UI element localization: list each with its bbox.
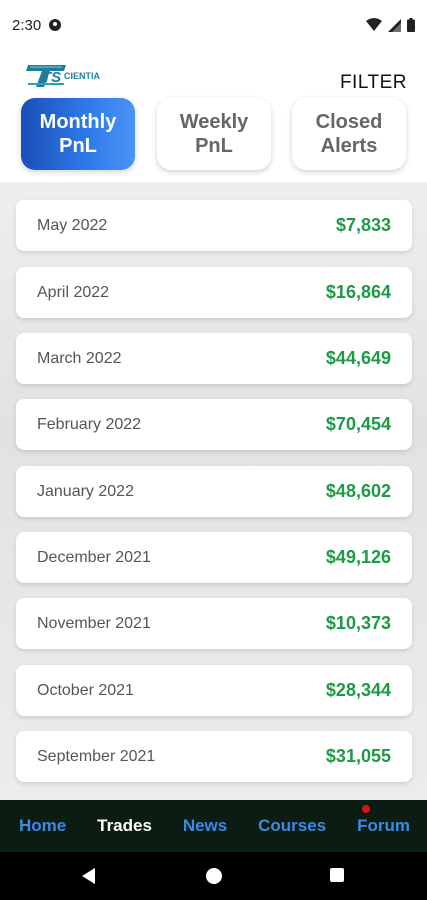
logo-text-big: TS [42, 69, 61, 86]
pnl-value: $70,454 [325, 414, 391, 434]
pnl-row[interactable]: December 2021 $49,126 [16, 532, 412, 583]
home-circle-icon[interactable] [206, 868, 222, 884]
recents-square-icon[interactable] [330, 868, 344, 882]
pnl-value: $49,126 [325, 547, 391, 567]
pnl-list[interactable]: May 2022 $7,833 April 2022 $16,864 March… [0, 182, 427, 800]
nav-trades[interactable]: Trades [97, 816, 152, 836]
bottom-nav: Home Trades News Courses Forum [0, 800, 427, 852]
pnl-month: October 2021 [37, 681, 134, 699]
status-time: 2:30 [12, 16, 42, 34]
pnl-value: $31,055 [325, 746, 391, 766]
tab-weekly-pnl[interactable]: Weekly PnL [157, 98, 271, 170]
wifi-icon [366, 18, 382, 31]
status-left: 2:30 [12, 16, 62, 34]
pnl-row[interactable]: March 2022 $44,649 [16, 333, 412, 384]
notification-dot-icon [362, 805, 371, 813]
pnl-row[interactable]: February 2022 $70,454 [16, 399, 412, 450]
nav-news[interactable]: News [183, 816, 227, 836]
filter-button[interactable]: FILTER [340, 72, 407, 94]
pnl-value: $10,373 [325, 613, 391, 633]
tab-monthly-pnl[interactable]: Monthly PnL [21, 98, 135, 170]
pnl-row[interactable]: May 2022 $7,833 [16, 200, 412, 251]
battery-icon [407, 18, 415, 32]
pnl-value: $48,602 [325, 481, 391, 501]
pnl-month: November 2021 [37, 614, 151, 632]
pnl-month: September 2021 [37, 747, 156, 765]
pnl-value: $7,833 [335, 215, 391, 235]
tab-closed-alerts[interactable]: Closed Alerts [292, 98, 406, 170]
nav-courses[interactable]: Courses [258, 816, 326, 836]
tab-bar: Monthly PnL Weekly PnL Closed Alerts [0, 98, 427, 172]
pnl-row[interactable]: April 2022 $16,864 [16, 267, 412, 318]
nav-forum-label: Forum [357, 816, 410, 835]
pnl-month: December 2021 [37, 548, 151, 566]
pnl-month: March 2022 [37, 349, 122, 367]
pnl-month: April 2022 [37, 283, 110, 301]
pnl-row[interactable]: October 2021 $28,344 [16, 665, 412, 716]
pnl-value: $28,344 [325, 680, 391, 700]
pnl-row[interactable]: September 2021 $31,055 [16, 731, 412, 782]
cell-signal-icon [388, 18, 401, 32]
status-right [366, 18, 415, 32]
tscientia-logo: TS CIENTIA [26, 65, 101, 87]
pnl-value: $16,864 [325, 282, 391, 302]
nav-home[interactable]: Home [19, 816, 66, 836]
pnl-month: May 2022 [37, 216, 108, 234]
app-header: TS CIENTIA FILTER Monthly PnL Weekly PnL… [0, 50, 427, 182]
logo-text-small: CIENTIA [64, 71, 101, 81]
back-icon[interactable] [82, 868, 95, 884]
pnl-month: January 2022 [37, 482, 134, 500]
nav-forum[interactable]: Forum [357, 805, 410, 836]
status-bar: 2:30 [0, 0, 427, 50]
pnl-value: $44,649 [325, 348, 391, 368]
pnl-month: February 2022 [37, 415, 142, 433]
pnl-row[interactable]: November 2021 $10,373 [16, 598, 412, 649]
pnl-row[interactable]: January 2022 $48,602 [16, 466, 412, 517]
system-nav-bar [0, 852, 427, 900]
data-saver-icon [49, 19, 62, 31]
